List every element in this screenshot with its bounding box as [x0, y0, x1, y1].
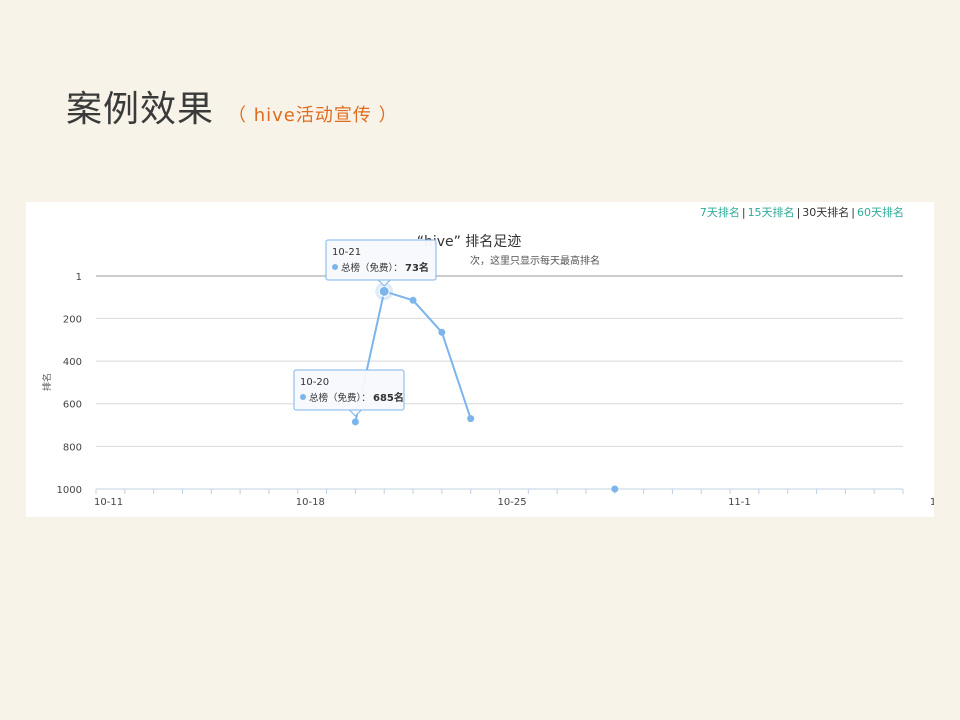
x-tick-label: 10-18 — [296, 497, 325, 508]
tooltip-value: 685名 — [373, 391, 404, 404]
x-tick-label: 10-25 — [498, 497, 527, 508]
y-tick-label: 1000 — [57, 485, 82, 496]
slide-title-text: 案例效果 — [66, 89, 215, 130]
tooltip-series-marker — [300, 394, 306, 400]
tooltip-series-marker — [332, 264, 338, 270]
tooltip-date: 10-21 — [332, 247, 361, 258]
x-axis: 10-11 10-18 10-25 11-1 11-8 — [94, 488, 953, 508]
rank-chart: 1 200 400 600 800 1000 10-11 10-18 10-25 11-1 11-… — [41, 234, 953, 508]
range-separator: | — [741, 206, 746, 219]
range-link-30[interactable]: 30天排名 — [802, 206, 849, 219]
y-tick-label: 400 — [63, 357, 82, 368]
data-point[interactable] — [611, 485, 619, 493]
y-tick-label: 600 — [63, 400, 82, 411]
data-point[interactable] — [467, 415, 475, 423]
data-point[interactable] — [378, 285, 390, 297]
range-link-7[interactable]: 7天排名 — [700, 206, 740, 219]
tooltip-series: 总榜（免费）： — [309, 392, 371, 404]
y-axis-ticks: 1 200 400 600 800 1000 — [57, 272, 82, 496]
tooltip-date: 10-20 — [300, 377, 329, 388]
tooltip-pointer — [348, 409, 363, 417]
chart-panel: 7天排名 | 15天排名 | 30天排名 | 60天排名 1 200 400 600 800 1000… — [26, 202, 953, 517]
range-separator: | — [851, 206, 855, 219]
chart-subtitle: 次，这里只显示每天最高排名 — [470, 254, 600, 267]
tooltip-box — [325, 239, 437, 281]
data-point[interactable] — [438, 328, 446, 336]
grid-lines — [96, 275, 903, 490]
x-tick-label: 11-1 — [728, 497, 751, 508]
slide-title: 案例效果 （ hive活动宣传 ） — [66, 80, 398, 132]
tooltip: 10-21 总榜（免费）： 73名 — [325, 239, 437, 287]
y-axis-label: 排名 — [41, 373, 53, 391]
range-links: 7天排名 | 15天排名 | 30天排名 | 60天排名 — [700, 204, 904, 220]
tooltip: 10-20 总榜（免费）： 685名 — [293, 369, 405, 417]
tooltip-series: 总榜（免费）： — [341, 262, 403, 274]
y-tick-label: 800 — [63, 442, 82, 453]
y-tick-label: 1 — [76, 272, 82, 283]
y-tick-label: 200 — [63, 314, 82, 325]
tooltip-value: 73名 — [405, 261, 429, 274]
data-point[interactable] — [409, 296, 417, 304]
data-point[interactable] — [351, 418, 359, 426]
tooltips: 10-21总榜（免费）： 73名10-20总榜（免费）： 685名 — [293, 239, 437, 417]
slide-subtitle: （ hive活动宣传 ） — [228, 105, 398, 126]
range-link-60[interactable]: 60天排名 — [857, 206, 904, 219]
x-tick-label: 11-8 — [930, 497, 934, 508]
tooltip-box — [293, 369, 405, 411]
range-link-15[interactable]: 15天排名 — [748, 206, 795, 219]
x-tick-label: 10-11 — [94, 497, 123, 508]
